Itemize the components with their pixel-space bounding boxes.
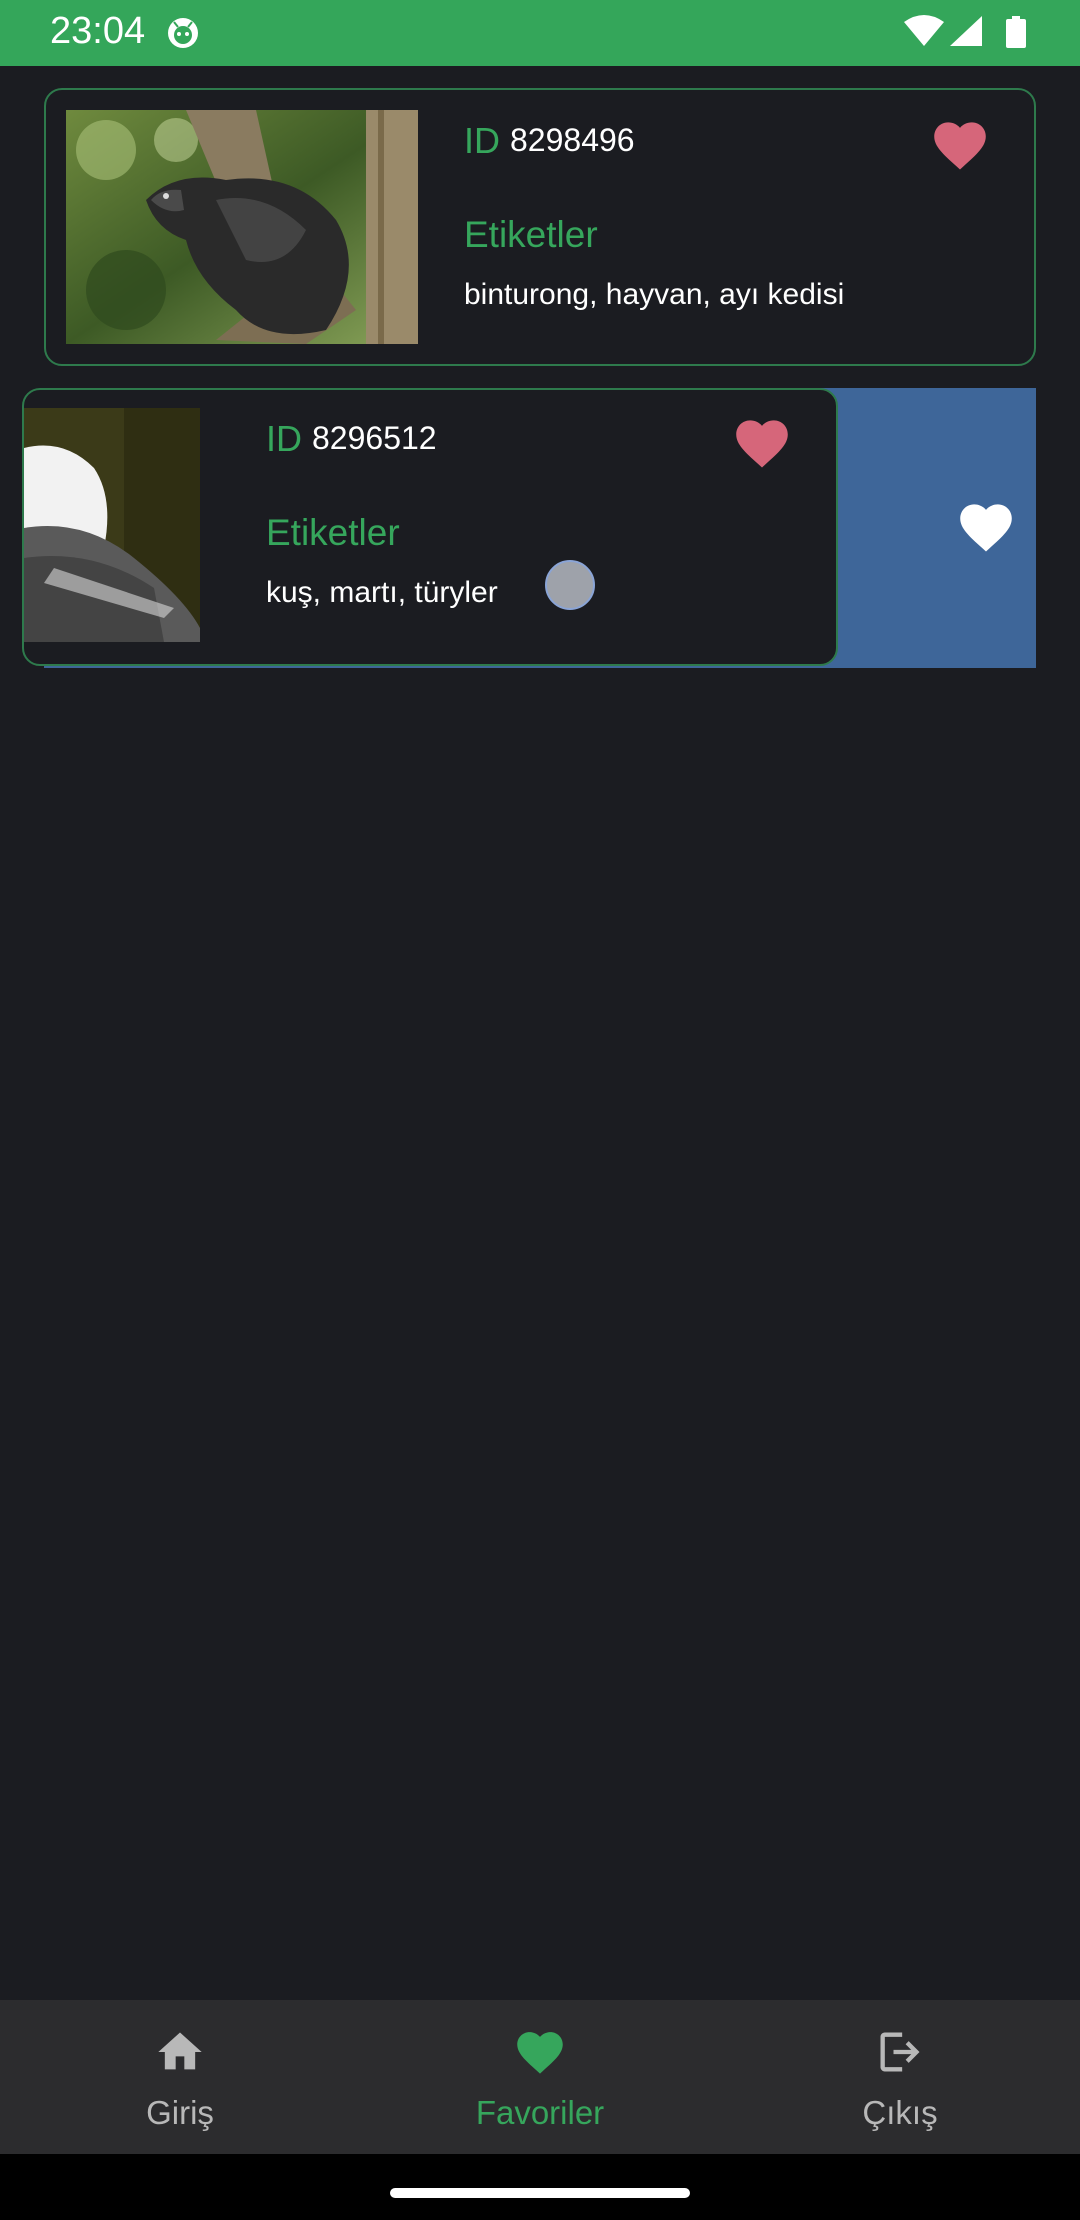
swipe-row[interactable]: ID 8296512 Etiketler kuş, martı, türyler <box>22 388 1036 668</box>
nav-item-logout[interactable]: Çıkış <box>720 2000 1080 2154</box>
nav-label: Giriş <box>146 2094 214 2131</box>
tags-label: Etiketler <box>266 512 400 553</box>
id-value: 8296512 <box>312 420 437 456</box>
tags-label: Etiketler <box>464 214 598 255</box>
battery-icon <box>1006 16 1026 48</box>
nav-label: Favoriler <box>475 2094 605 2131</box>
home-gesture-bar[interactable] <box>390 2188 690 2198</box>
bottom-navigation: Giriş Favoriler Çıkış <box>0 2000 1080 2154</box>
app-notification-icon <box>168 18 198 48</box>
tags-value: kuş, martı, türyler <box>266 576 498 609</box>
status-time: 23:04 <box>50 10 146 52</box>
favorite-heart-icon[interactable] <box>732 416 792 470</box>
tags-value: binturong, hayvan, ayı kedisi <box>464 278 845 311</box>
favorite-card[interactable]: ID 8298496 Etiketler binturong, hayvan, … <box>44 88 1036 366</box>
heart-icon <box>517 2032 563 2074</box>
gesture-navigation-area <box>0 2154 1080 2220</box>
logout-icon <box>880 2032 920 2072</box>
nav-item-home[interactable]: Giriş <box>0 2000 360 2154</box>
status-bar: 23:04 <box>0 0 1080 66</box>
id-value: 8298496 <box>510 122 635 158</box>
signal-icon <box>950 16 982 46</box>
status-system-icons <box>904 15 1026 48</box>
wifi-icon <box>904 15 944 46</box>
id-label: ID <box>266 418 302 459</box>
touch-indicator <box>545 560 595 610</box>
binturong-photo <box>66 110 418 344</box>
seagull-photo <box>24 408 200 642</box>
nav-label: Çıkış <box>862 2094 938 2131</box>
nav-item-favorites[interactable]: Favoriler <box>360 2000 720 2154</box>
heart-icon <box>960 504 1012 552</box>
favorite-heart-icon[interactable] <box>930 118 990 172</box>
home-icon <box>158 2032 202 2070</box>
id-label: ID <box>464 120 500 161</box>
favorite-card[interactable]: ID 8296512 Etiketler kuş, martı, türyler <box>22 388 838 666</box>
